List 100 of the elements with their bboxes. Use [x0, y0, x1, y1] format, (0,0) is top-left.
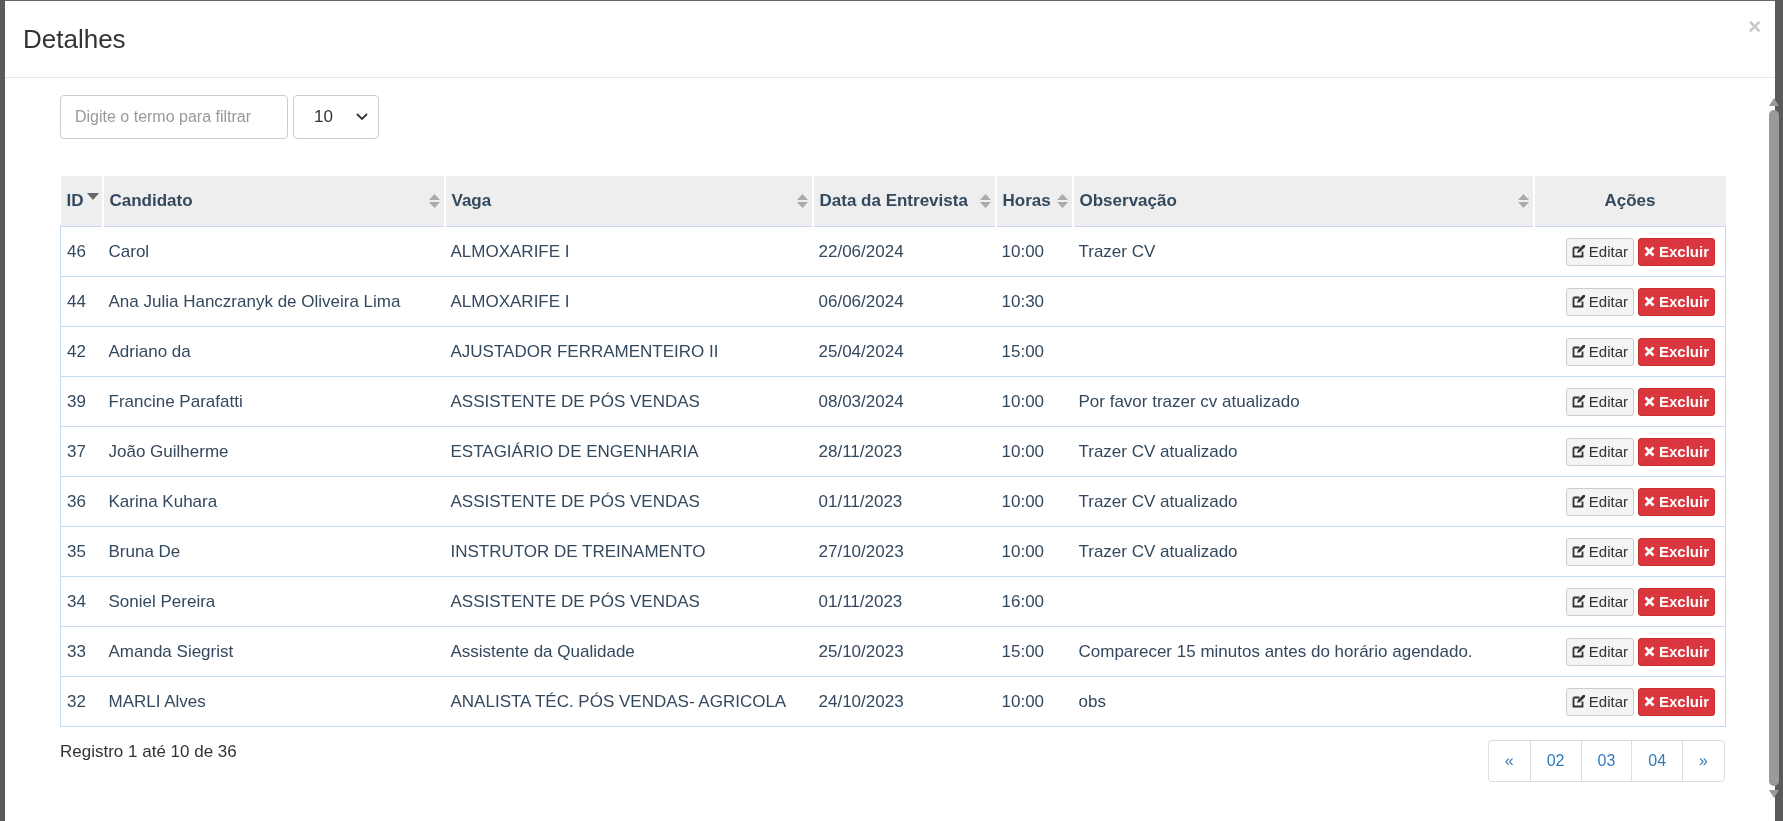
- edit-icon: [1571, 595, 1585, 608]
- record-count: Registro 1 até 10 de 36: [60, 742, 237, 763]
- edit-button[interactable]: Editar: [1565, 587, 1634, 616]
- edit-button[interactable]: Editar: [1565, 287, 1634, 316]
- edit-button[interactable]: Editar: [1565, 237, 1634, 266]
- table-cell: 42: [60, 326, 103, 377]
- table-cell: 10:00: [995, 226, 1073, 277]
- table-cell: Por favor trazer cv atualizado: [1072, 376, 1534, 427]
- table-cell: ALMOXARIFE I: [444, 276, 813, 327]
- delete-button[interactable]: Excluir: [1637, 637, 1715, 666]
- table-cell: INSTRUTOR DE TREINAMENTO: [444, 526, 813, 577]
- delete-button[interactable]: Excluir: [1637, 237, 1715, 266]
- x-icon: [1643, 446, 1655, 457]
- edit-icon: [1571, 645, 1585, 658]
- scroll-up-icon[interactable]: [1769, 98, 1779, 106]
- table-cell: 32: [60, 676, 103, 727]
- filter-input[interactable]: Digite o termo para filtrar: [60, 95, 288, 139]
- table-cell: Comparecer 15 minutos antes do horário agendado.: [1072, 626, 1534, 677]
- edit-button[interactable]: Editar: [1565, 437, 1634, 466]
- table-cell: 39: [60, 376, 103, 427]
- table-cell: Carol: [102, 226, 445, 277]
- scroll-down-icon[interactable]: [1769, 790, 1779, 798]
- edit-button[interactable]: Editar: [1565, 487, 1634, 516]
- table-cell: Bruna De: [102, 526, 445, 577]
- table-cell: ASSISTENTE DE PÓS VENDAS: [444, 476, 813, 527]
- table-cell: 16:00: [995, 576, 1073, 627]
- table-cell: Francine Parafatti: [102, 376, 445, 427]
- pagination-link[interactable]: 02: [1529, 741, 1581, 781]
- table-cell: 01/11/2023: [812, 576, 996, 627]
- pagination-link[interactable]: »: [1682, 741, 1724, 781]
- column-header[interactable]: Observação: [1072, 176, 1534, 227]
- table-cell: Karina Kuhara: [102, 476, 445, 527]
- table-cell: 06/06/2024: [812, 276, 996, 327]
- scrollbar[interactable]: [1769, 98, 1779, 798]
- table-cell: Trazer CV atualizado: [1072, 476, 1534, 527]
- column-header[interactable]: Vaga: [444, 176, 813, 227]
- table-cell: AJUSTADOR FERRAMENTEIRO II: [444, 326, 813, 377]
- table-cell: ASSISTENTE DE PÓS VENDAS: [444, 576, 813, 627]
- edit-icon: [1571, 395, 1585, 408]
- table-cell: 25/04/2024: [812, 326, 996, 377]
- table-cell: 08/03/2024: [812, 376, 996, 427]
- delete-button[interactable]: Excluir: [1637, 287, 1715, 316]
- pagination-link[interactable]: 04: [1631, 741, 1683, 781]
- sort-icon: [979, 194, 991, 208]
- column-header[interactable]: Ações: [1533, 176, 1726, 227]
- delete-button[interactable]: Excluir: [1637, 387, 1715, 416]
- edit-icon: [1571, 295, 1585, 308]
- table-cell: Soniel Pereira: [102, 576, 445, 627]
- edit-button[interactable]: Editar: [1565, 687, 1634, 716]
- column-header[interactable]: ID: [60, 176, 103, 227]
- x-icon: [1643, 346, 1655, 357]
- x-icon: [1643, 596, 1655, 607]
- edit-button[interactable]: Editar: [1565, 537, 1634, 566]
- edit-icon: [1571, 445, 1585, 458]
- sort-icon: [1517, 194, 1529, 208]
- column-header[interactable]: Candidato: [102, 176, 445, 227]
- table-cell: 15:00: [995, 626, 1073, 677]
- delete-button[interactable]: Excluir: [1637, 337, 1715, 366]
- x-icon: [1643, 496, 1655, 507]
- table-cell: 35: [60, 526, 103, 577]
- edit-button[interactable]: Editar: [1565, 637, 1634, 666]
- modal-title: Detalhes: [23, 23, 126, 55]
- table-cell: Assistente da Qualidade: [444, 626, 813, 677]
- table-cell: 24/10/2023: [812, 676, 996, 727]
- delete-button[interactable]: Excluir: [1637, 487, 1715, 516]
- delete-button[interactable]: Excluir: [1637, 437, 1715, 466]
- edit-icon: [1571, 495, 1585, 508]
- edit-icon: [1571, 245, 1585, 258]
- edit-icon: [1571, 345, 1585, 358]
- edit-button[interactable]: Editar: [1565, 387, 1634, 416]
- table-cell: ESTAGIÁRIO DE ENGENHARIA: [444, 426, 813, 477]
- table-cell: ALMOXARIFE I: [444, 226, 813, 277]
- sort-icon: [428, 194, 440, 208]
- table-cell: 25/10/2023: [812, 626, 996, 677]
- delete-button[interactable]: Excluir: [1637, 687, 1715, 716]
- edit-icon: [1571, 695, 1585, 708]
- delete-button[interactable]: Excluir: [1637, 587, 1715, 616]
- page-size-select[interactable]: 10: [293, 95, 379, 139]
- table-cell: obs: [1072, 676, 1534, 727]
- table-cell: 10:30: [995, 276, 1073, 327]
- table-cell: 28/11/2023: [812, 426, 996, 477]
- x-icon: [1643, 646, 1655, 657]
- delete-button[interactable]: Excluir: [1637, 537, 1715, 566]
- pagination-link[interactable]: «: [1488, 741, 1530, 781]
- sort-descending-icon: [86, 193, 99, 200]
- edit-button[interactable]: Editar: [1565, 337, 1634, 366]
- chevron-down-icon: [356, 113, 368, 121]
- x-icon: [1643, 546, 1655, 557]
- x-icon: [1643, 296, 1655, 307]
- x-icon: [1643, 696, 1655, 707]
- table-cell: 10:00: [995, 376, 1073, 427]
- table-cell: 01/11/2023: [812, 476, 996, 527]
- pagination-link[interactable]: 03: [1580, 741, 1632, 781]
- table-cell: MARLI Alves: [102, 676, 445, 727]
- x-icon: [1643, 246, 1655, 257]
- column-header[interactable]: Data da Entrevista: [812, 176, 996, 227]
- table-cell: 22/06/2024: [812, 226, 996, 277]
- table-cell: 44: [60, 276, 103, 327]
- table-cell: Adriano da: [102, 326, 445, 377]
- column-header[interactable]: Horas: [995, 176, 1073, 227]
